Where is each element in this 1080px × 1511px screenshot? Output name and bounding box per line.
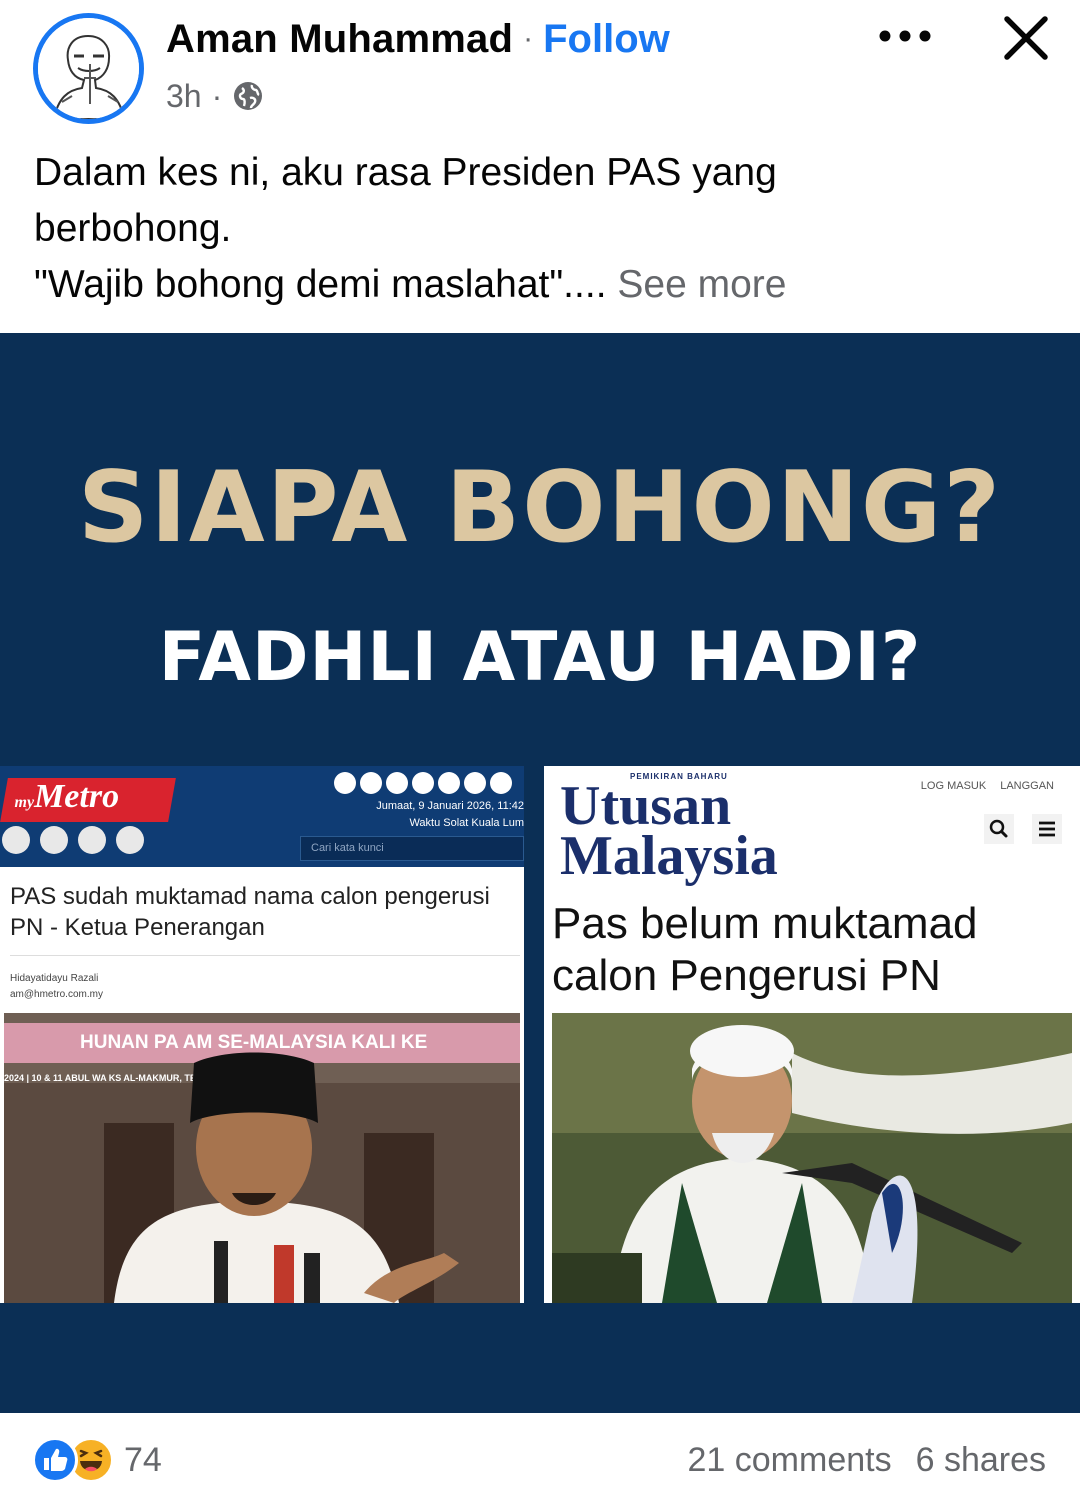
follow-button[interactable]: Follow [543, 17, 670, 62]
utusan-top-links: LOG MASUK LANGGAN [921, 780, 1054, 792]
metro-author: Hidayatidayu Razali [10, 973, 99, 984]
twitter-icon [360, 772, 382, 794]
rss-icon [438, 772, 460, 794]
hamburger-menu-icon [1032, 814, 1062, 844]
post-meta: 3h · [166, 76, 264, 116]
metro-logo-prefix: my [14, 794, 35, 811]
utusan-logo-line: Utusan [560, 775, 732, 837]
close-button[interactable] [996, 8, 1056, 68]
see-more-link[interactable]: See more [617, 263, 786, 306]
metro-badges [2, 826, 144, 854]
metro-title-line: PN - Ketua Penerangan [10, 914, 265, 941]
metro-author-email: am@hmetro.com.my [10, 989, 103, 1000]
utusan-logo-line: Malaysia [560, 825, 778, 887]
image-headline: SIAPA BOHONG? [77, 451, 1003, 565]
post-text-tail: "Wajib bohong demi maslahat".... [34, 263, 607, 306]
badge-icon [78, 826, 106, 854]
close-icon [1004, 16, 1048, 60]
reactions-summary[interactable]: 74 [32, 1437, 162, 1483]
metro-search-placeholder: Cari kata kunci [311, 842, 384, 854]
metro-divider [10, 955, 520, 956]
utusan-photo [552, 1013, 1072, 1303]
metro-title-line: PAS sudah muktamad nama calon pengerusi [10, 883, 490, 910]
utusan-title-line: calon Pengerusi PN [552, 951, 941, 1000]
youtube-icon [412, 772, 434, 794]
utusan-title-line: Pas belum muktamad [552, 899, 978, 948]
post-text: Dalam kes ni, aku rasa Presiden PAS yang… [34, 145, 1054, 313]
author-name[interactable]: Aman Muhammad [166, 17, 513, 62]
metro-social-icons [334, 772, 512, 794]
post-text-line: "Wajib bohong demi maslahat".... See mor… [34, 257, 1054, 313]
speaker-illustration [4, 1052, 520, 1303]
metro-clipping: myMetro Jumaat, 9 Januari 2026, 11:42 Wa… [0, 766, 524, 1303]
author-separator: · [523, 22, 534, 55]
shares-count-link[interactable]: 6 shares [916, 1441, 1046, 1480]
facebook-icon [334, 772, 356, 794]
post-footer: 74 21 comments 6 shares [0, 1413, 1080, 1511]
post-header: Aman Muhammad · Follow 3h · [0, 0, 1080, 130]
more-dots-icon [879, 30, 931, 42]
metro-logo: myMetro [0, 778, 176, 822]
speaker-illustration [552, 1013, 1072, 1303]
pinterest-icon [464, 772, 486, 794]
badge-icon [40, 826, 68, 854]
like-icon [32, 1437, 78, 1483]
metro-prayer-time: Waktu Solat Kuala Lum [409, 817, 524, 829]
post-text-line: Dalam kes ni, aku rasa Presiden PAS yang [34, 151, 777, 194]
metro-logo-word: Metro [34, 778, 120, 815]
metro-photo: HUNAN PA AM SE-MALAYSIA KALI KE 2024 | 1… [4, 1013, 520, 1303]
utusan-article-title: Pas belum muktamad calon Pengerusi PN [552, 898, 1072, 1002]
badge-icon [2, 826, 30, 854]
post-timestamp[interactable]: 3h [166, 78, 202, 115]
reaction-count: 74 [124, 1440, 162, 1479]
author-line: Aman Muhammad · Follow [166, 14, 670, 64]
badge-icon [116, 826, 144, 854]
utusan-clipping: PEMIKIRAN BAHARU Utusan Malaysia LOG MAS… [544, 766, 1080, 1303]
metro-article-title: PAS sudah muktamad nama calon pengerusi … [10, 881, 524, 943]
metro-date: Jumaat, 9 Januari 2026, 11:42 [376, 800, 524, 812]
author-avatar[interactable] [33, 13, 144, 124]
utusan-logo: PEMIKIRAN BAHARU Utusan Malaysia [560, 772, 860, 887]
search-icon [984, 814, 1014, 844]
post-text-line: berbohong. [34, 207, 232, 250]
metro-header-bar: myMetro Jumaat, 9 Januari 2026, 11:42 Wa… [0, 766, 524, 867]
globe-icon [232, 80, 264, 112]
post-image[interactable]: SIAPA BOHONG? FADHLI ATAU HADI? myMetro … [0, 333, 1080, 1413]
utusan-subscribe-link: LANGGAN [1000, 780, 1054, 792]
utusan-login-link: LOG MASUK [920, 780, 987, 792]
instagram-icon [386, 772, 408, 794]
image-subhead: FADHLI ATAU HADI? [158, 618, 922, 697]
meta-separator: · [211, 77, 223, 114]
social-icon [490, 772, 512, 794]
engagement-stats: 21 comments 6 shares [688, 1437, 1047, 1483]
comments-count-link[interactable]: 21 comments [688, 1441, 892, 1480]
more-options-button[interactable] [874, 16, 936, 56]
metro-search-box: Cari kata kunci [300, 836, 524, 861]
